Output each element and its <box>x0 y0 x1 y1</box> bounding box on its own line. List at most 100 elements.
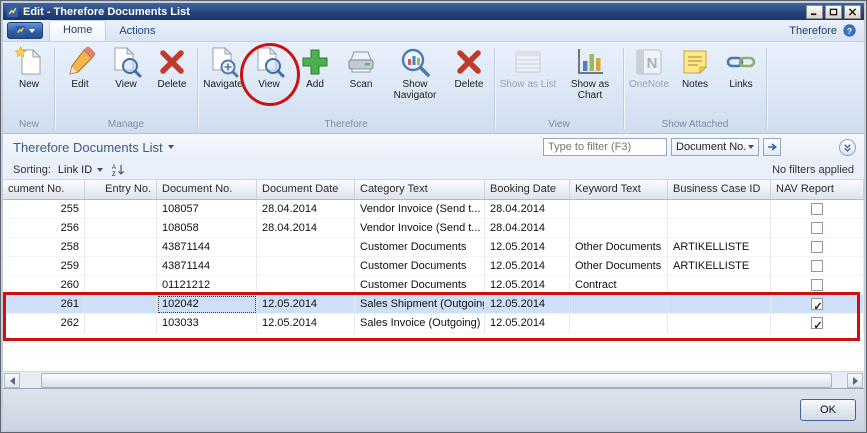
column-header-3[interactable]: Document Date <box>257 180 355 199</box>
table-row[interactable]: 26210303312.05.2014Sales Invoice (Outgoi… <box>3 314 864 333</box>
column-header-0[interactable]: cument No. <box>3 180 85 199</box>
table-row[interactable]: 25610805828.04.2014Vendor Invoice (Send … <box>3 219 864 238</box>
ribbon-button-navigate[interactable]: Navigate <box>200 44 246 90</box>
cell-keyword-text[interactable]: Contract <box>570 276 668 295</box>
cell-business-case-id[interactable] <box>668 276 771 295</box>
cell-entry-no[interactable] <box>85 295 157 314</box>
cell-document-date[interactable] <box>257 276 355 295</box>
cell-link-id[interactable]: 260 <box>3 276 85 295</box>
cell-entry-no[interactable] <box>85 200 157 219</box>
nav-report-checkbox[interactable] <box>811 241 823 253</box>
page-title-dropdown[interactable]: Therefore Documents List <box>13 140 174 155</box>
ribbon-button-onenote[interactable]: OneNote <box>626 44 672 90</box>
tab-actions[interactable]: Actions <box>106 22 168 41</box>
cell-business-case-id[interactable] <box>668 219 771 238</box>
table-row[interactable]: 25943871144Customer Documents12.05.2014O… <box>3 257 864 276</box>
scrollbar-thumb[interactable] <box>41 373 832 388</box>
cell-keyword-text[interactable] <box>570 200 668 219</box>
ribbon-button-view[interactable]: View <box>103 44 149 90</box>
minimize-button[interactable] <box>806 5 823 19</box>
cell-keyword-text[interactable] <box>570 295 668 314</box>
cell-document-date[interactable]: 28.04.2014 <box>257 200 355 219</box>
cell-entry-no[interactable] <box>85 219 157 238</box>
table-row[interactable]: 26110204212.05.2014Sales Shipment (Outgo… <box>3 295 864 314</box>
filter-column-dropdown[interactable]: Document No. <box>671 138 759 156</box>
table-row[interactable]: 25510805728.04.2014Vendor Invoice (Send … <box>3 200 864 219</box>
cell-document-no[interactable]: 01121212 <box>157 276 257 295</box>
horizontal-scrollbar[interactable] <box>3 371 864 388</box>
expand-filter-pane-button[interactable] <box>839 139 856 156</box>
close-button[interactable] <box>844 5 861 19</box>
cell-booking-date[interactable]: 12.05.2014 <box>485 276 570 295</box>
apply-filter-button[interactable] <box>763 138 781 156</box>
column-header-4[interactable]: Category Text <box>355 180 485 199</box>
ribbon-button-show-navigator[interactable]: Show Navigator <box>384 44 446 101</box>
cell-document-no[interactable]: 43871144 <box>157 238 257 257</box>
cell-booking-date[interactable]: 28.04.2014 <box>485 219 570 238</box>
tab-home[interactable]: Home <box>49 20 106 41</box>
column-header-7[interactable]: Business Case ID <box>668 180 771 199</box>
cell-category-text[interactable]: Customer Documents <box>355 238 485 257</box>
nav-report-checkbox[interactable] <box>811 298 823 310</box>
cell-category-text[interactable]: Customer Documents <box>355 276 485 295</box>
cell-document-no[interactable]: 108058 <box>157 219 257 238</box>
ok-button[interactable]: OK <box>800 399 856 421</box>
cell-booking-date[interactable]: 12.05.2014 <box>485 295 570 314</box>
ribbon-button-view[interactable]: View <box>246 44 292 90</box>
ribbon-button-add[interactable]: Add <box>292 44 338 90</box>
ribbon-button-delete[interactable]: Delete <box>149 44 195 90</box>
ribbon-button-show-as-list[interactable]: Show as List <box>497 44 559 90</box>
cell-link-id[interactable]: 262 <box>3 314 85 333</box>
cell-document-no[interactable]: 43871144 <box>157 257 257 276</box>
nav-report-checkbox[interactable] <box>811 203 823 215</box>
scroll-left-button[interactable] <box>4 373 20 388</box>
sort-ascending-button[interactable] <box>110 162 125 177</box>
cell-business-case-id[interactable] <box>668 314 771 333</box>
cell-document-date[interactable] <box>257 238 355 257</box>
ribbon-button-edit[interactable]: Edit <box>57 44 103 90</box>
cell-booking-date[interactable]: 12.05.2014 <box>485 314 570 333</box>
cell-link-id[interactable]: 256 <box>3 219 85 238</box>
cell-link-id[interactable]: 259 <box>3 257 85 276</box>
ribbon-button-new[interactable]: New <box>6 44 52 90</box>
cell-document-date[interactable]: 28.04.2014 <box>257 219 355 238</box>
column-header-2[interactable]: Document No. <box>157 180 257 199</box>
cell-business-case-id[interactable]: ARTIKELLISTE <box>668 238 771 257</box>
column-header-6[interactable]: Keyword Text <box>570 180 668 199</box>
sorting-field-dropdown[interactable]: Link ID <box>58 164 103 176</box>
cell-booking-date[interactable]: 28.04.2014 <box>485 200 570 219</box>
cell-category-text[interactable]: Sales Invoice (Outgoing) <box>355 314 485 333</box>
cell-category-text[interactable]: Vendor Invoice (Send t... <box>355 200 485 219</box>
cell-business-case-id[interactable] <box>668 200 771 219</box>
nav-report-checkbox[interactable] <box>811 222 823 234</box>
cell-document-date[interactable] <box>257 257 355 276</box>
ribbon-button-notes[interactable]: Notes <box>672 44 718 90</box>
column-header-8[interactable]: NAV Report <box>771 180 864 199</box>
cell-document-no[interactable]: 108057 <box>157 200 257 219</box>
nav-report-checkbox[interactable] <box>811 260 823 272</box>
cell-business-case-id[interactable]: ARTIKELLISTE <box>668 257 771 276</box>
column-header-5[interactable]: Booking Date <box>485 180 570 199</box>
table-row[interactable]: 25843871144Customer Documents12.05.2014O… <box>3 238 864 257</box>
scroll-right-button[interactable] <box>847 373 863 388</box>
cell-document-date[interactable]: 12.05.2014 <box>257 314 355 333</box>
maximize-button[interactable] <box>825 5 842 19</box>
application-menu-button[interactable] <box>7 22 43 39</box>
ribbon-button-scan[interactable]: Scan <box>338 44 384 90</box>
cell-keyword-text[interactable] <box>570 314 668 333</box>
cell-entry-no[interactable] <box>85 276 157 295</box>
cell-category-text[interactable]: Customer Documents <box>355 257 485 276</box>
ribbon-button-links[interactable]: Links <box>718 44 764 90</box>
cell-document-no[interactable]: 102042 <box>157 295 257 314</box>
cell-entry-no[interactable] <box>85 238 157 257</box>
table-row[interactable]: 260 01121212 Customer Documents12.05.2014C… <box>3 276 864 295</box>
filter-input[interactable] <box>543 138 667 156</box>
ribbon-button-delete[interactable]: Delete <box>446 44 492 90</box>
nav-report-checkbox[interactable] <box>811 317 823 329</box>
help-icon[interactable] <box>843 24 856 37</box>
cell-link-id[interactable]: 255 <box>3 200 85 219</box>
cell-keyword-text[interactable] <box>570 219 668 238</box>
cell-business-case-id[interactable] <box>668 295 771 314</box>
cell-link-id[interactable]: 261 <box>3 295 85 314</box>
nav-report-checkbox[interactable] <box>811 279 823 291</box>
